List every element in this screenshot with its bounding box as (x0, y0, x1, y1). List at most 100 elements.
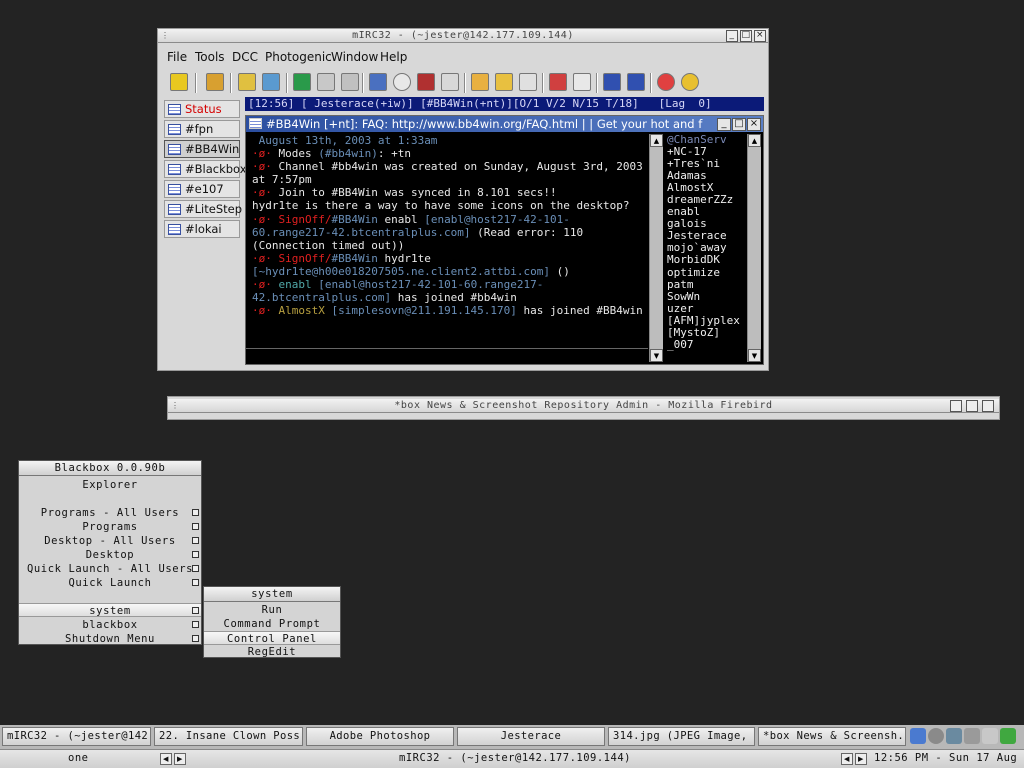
minimize-icon[interactable]: _ (726, 30, 738, 42)
close-icon[interactable]: × (754, 30, 766, 42)
scripts-editor-icon[interactable] (293, 73, 311, 91)
menu-window[interactable]: Window (331, 50, 378, 64)
menu-item-programs-all-users[interactable]: Programs - All Users (19, 506, 201, 520)
maximize-icon[interactable] (966, 400, 978, 412)
cascade-windows-icon[interactable] (627, 73, 645, 91)
chat-scrollbar[interactable]: ▲ ▼ (649, 134, 663, 362)
nick-item[interactable]: MorbidDK (667, 254, 748, 266)
nick-item[interactable]: _007 (667, 338, 748, 351)
chat-line: ·ø· SignOff/#BB4Win enabl [enabl@host217… (252, 212, 590, 252)
nick-item[interactable]: [AFM]jyplex (667, 314, 748, 327)
mirc-window[interactable]: ⋮ mIRC32 - (~jester@142.177.109.144) _ □… (157, 28, 769, 371)
task-firebird[interactable]: *box News & Screensh... (758, 727, 906, 746)
menu-tools[interactable]: Tools (195, 50, 225, 64)
channel-window[interactable]: #BB4Win [+nt]: FAQ: http://www.bb4win.or… (245, 115, 764, 365)
security-icon[interactable] (1000, 728, 1016, 744)
url-catcher-icon[interactable] (573, 73, 591, 91)
colors-icon[interactable] (471, 73, 489, 91)
nick-item[interactable]: patm (667, 278, 748, 291)
arrow-right-icon[interactable]: ▶ (855, 753, 867, 765)
drive-icon[interactable] (964, 728, 980, 744)
options-icon[interactable] (206, 73, 224, 91)
arrow-right-icon[interactable]: ▶ (174, 753, 186, 765)
menu-photogenic[interactable]: Photogenic (265, 50, 332, 64)
dcc-send-icon[interactable] (369, 73, 387, 91)
firebird-titlebar[interactable]: ⋮ *box News & Screenshot Repository Admi… (168, 399, 999, 413)
monitor-icon[interactable] (946, 728, 962, 744)
switchbar-item-litestep[interactable]: #LiteStep (164, 200, 242, 218)
menu-item-regedit[interactable]: RegEdit (204, 645, 340, 659)
menu-item-control-panel[interactable]: Control Panel (204, 631, 340, 645)
close-icon[interactable]: × (747, 118, 761, 131)
address-book-icon[interactable] (262, 73, 280, 91)
menu-item-quick-launch[interactable]: Quick Launch (19, 576, 201, 590)
menu-item-system[interactable]: system (19, 603, 201, 617)
tile-windows-icon[interactable] (603, 73, 621, 91)
maximize-icon[interactable]: □ (732, 118, 746, 131)
menu-item-shutdown-menu[interactable]: Shutdown Menu (19, 632, 201, 646)
close-icon[interactable] (982, 400, 994, 412)
toolbar-separator (650, 73, 652, 93)
menu-item-desktop-all-users[interactable]: Desktop - All Users (19, 534, 201, 548)
switchbar-item-lokai[interactable]: #lokai (164, 220, 240, 238)
scroll-up-icon[interactable]: ▲ (748, 134, 761, 147)
toolbar-separator (286, 73, 288, 93)
network-icon[interactable] (910, 728, 926, 744)
pen-icon[interactable] (982, 728, 998, 744)
help-icon[interactable] (657, 73, 675, 91)
menu-item-blackbox[interactable]: blackbox (19, 618, 201, 632)
menu-file[interactable]: File (167, 50, 187, 64)
mirc-titlebar[interactable]: ⋮ mIRC32 - (~jester@142.177.109.144) _ □… (158, 29, 768, 43)
switchbar-item-status[interactable]: Status (164, 100, 240, 118)
menu-dcc[interactable]: DCC (232, 50, 258, 64)
switchbar-item-blackbox[interactable]: #Blackbox (164, 160, 247, 178)
task-jesterace[interactable]: Jesterace (457, 727, 605, 746)
menu-help[interactable]: Help (380, 50, 407, 64)
nick-item[interactable]: SowWn (667, 290, 748, 303)
about-icon[interactable] (681, 73, 699, 91)
task-mirc[interactable]: mIRC32 - (~jester@142.... (2, 727, 151, 746)
url-list-icon[interactable] (549, 73, 567, 91)
minimize-icon[interactable]: _ (717, 118, 731, 131)
timer-icon[interactable] (393, 73, 411, 91)
notify-icon[interactable] (417, 73, 435, 91)
menu-item-quick-launch-all-users[interactable]: Quick Launch - All Users (19, 562, 201, 576)
message-input[interactable] (246, 348, 648, 364)
task-winamp[interactable]: 22. Insane Clown Poss... (154, 727, 303, 746)
nick-list[interactable]: @ChanServ +NC-17 +Tres`ni Adamas AlmostX… (666, 134, 748, 362)
menu-item-programs[interactable]: Programs (19, 520, 201, 534)
task-photoshop[interactable]: Adobe Photoshop (306, 727, 454, 746)
maximize-icon[interactable]: □ (740, 30, 752, 42)
switchbar-item-bb4win[interactable]: #BB4Win (164, 140, 240, 158)
status-line: [12:56] [ Jesterace(+iw)] [#BB4Win(+nt)]… (245, 97, 764, 111)
switchbar-item-fpn[interactable]: #fpn (164, 120, 240, 138)
task-jpeg-image[interactable]: 314.jpg (JPEG Image, 111... (608, 727, 755, 746)
notes-icon[interactable] (495, 73, 513, 91)
scroll-down-icon[interactable]: ▼ (650, 349, 663, 362)
connect-icon[interactable] (170, 73, 188, 91)
arrow-left-icon[interactable]: ◀ (841, 753, 853, 765)
channel-titlebar[interactable]: #BB4Win [+nt]: FAQ: http://www.bb4win.or… (246, 116, 763, 132)
nick-item[interactable]: uzer (667, 302, 748, 315)
nicklist-scrollbar[interactable]: ▲ ▼ (747, 134, 761, 362)
nick-item[interactable]: optimize (667, 266, 748, 279)
aliases-icon[interactable] (341, 73, 359, 91)
menu-item-command-prompt[interactable]: Command Prompt (204, 617, 340, 631)
minimize-icon[interactable] (950, 400, 962, 412)
menu-item-desktop[interactable]: Desktop (19, 548, 201, 562)
log-icon[interactable] (441, 73, 459, 91)
toolbar-separator (596, 73, 598, 93)
chat-line: ·ø· Join to #BB4Win was synced in 8.101 … (252, 186, 557, 200)
speaker-icon[interactable] (928, 728, 944, 744)
dcc-chat-icon[interactable] (519, 73, 537, 91)
scroll-down-icon[interactable]: ▼ (748, 349, 761, 362)
firebird-window[interactable]: ⋮ *box News & Screenshot Repository Admi… (167, 396, 1000, 420)
channels-folder-icon[interactable] (238, 73, 256, 91)
remote-icon[interactable] (317, 73, 335, 91)
arrow-left-icon[interactable]: ◀ (160, 753, 172, 765)
scroll-up-icon[interactable]: ▲ (650, 134, 663, 147)
switchbar-item-e107[interactable]: #e107 (164, 180, 240, 198)
nick-item[interactable]: [MystoZ] (667, 326, 748, 339)
menu-item-run[interactable]: Run (204, 603, 340, 617)
menu-item-explorer[interactable]: Explorer (19, 478, 201, 492)
